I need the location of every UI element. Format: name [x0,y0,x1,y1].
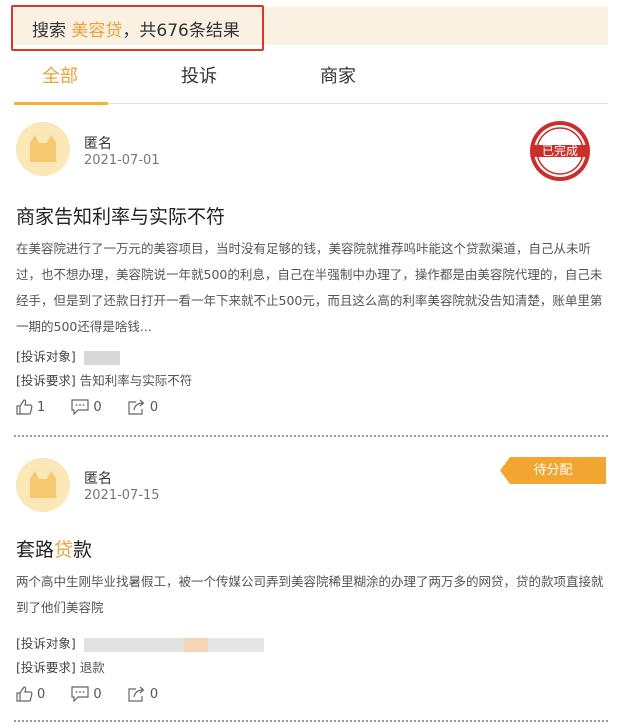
tab-merchants[interactable]: 商家 [320,62,356,88]
post-date: 2021-07-15 [84,488,160,503]
complaint-title[interactable]: 套路贷款 [16,535,92,562]
cat-avatar-icon [16,122,70,176]
card-divider [14,435,608,437]
title-part: 套路 [16,539,55,561]
target-label: [投诉对象] [16,349,76,364]
comment-button[interactable]: 0 [71,686,102,702]
blurred-target [183,637,208,652]
blurred-target [207,637,264,652]
like-button[interactable]: 1 [16,399,45,415]
tab-complaints[interactable]: 投诉 [181,62,217,88]
target-label: [投诉对象] [16,636,76,651]
demand-text: 退款 [79,660,105,675]
demand-label: [投诉要求] [16,373,76,388]
author-name: 匿名 [84,471,112,487]
status-text: 已完成 [542,143,578,158]
blurred-target [83,637,184,652]
avatar [16,458,70,512]
thumbs-up-icon [16,399,33,415]
comment-icon [71,399,90,415]
search-prefix: 搜索 [32,21,66,41]
like-button[interactable]: 0 [16,686,45,702]
share-count: 0 [149,686,159,702]
author-name: 匿名 [84,136,112,152]
comment-count: 0 [93,686,102,702]
comment-button[interactable]: 0 [71,399,102,415]
post-date: 2021-07-01 [84,153,160,168]
cat-avatar-icon [16,458,70,512]
share-button[interactable]: 0 [128,686,158,702]
complaint-card[interactable]: 匿名 2021-07-01 商家告知利率与实际不符 在美容院进行了一万元的美容项… [14,120,608,420]
demand-label: [投诉要求] [16,660,76,675]
action-row: 1 0 0 [16,399,180,419]
comment-count: 0 [93,399,102,415]
status-badge-pending: 待分配 [500,457,606,484]
share-button[interactable]: 0 [128,399,158,415]
complaint-demand: [投诉要求] 告知利率与实际不符 [16,370,192,389]
search-summary: 搜索 美容贷，共676条结果 [32,16,240,41]
thumbs-up-icon [16,686,33,702]
complaint-target: [投诉对象] [16,346,120,365]
avatar [16,122,70,176]
comment-icon [71,686,90,702]
tab-bar: 全部 投诉 商家 [14,58,608,105]
action-row: 0 0 0 [16,686,180,706]
share-icon [128,399,145,415]
share-count: 0 [149,399,159,415]
blurred-target [83,350,120,365]
complaint-target: [投诉对象] [16,633,264,652]
complaint-demand: [投诉要求] 退款 [16,657,105,676]
search-result-count: ，共676条结果 [122,21,240,41]
demand-text: 告知利率与实际不符 [79,373,193,388]
share-icon [128,686,145,702]
complaint-body: 在美容院进行了一万元的美容项目，当时没有足够的钱，美容院就推荐呜咔能这个贷款渠道… [16,241,603,334]
card-divider [14,720,608,722]
complaint-title[interactable]: 商家告知利率与实际不符 [16,202,225,229]
active-tab-indicator [14,102,108,105]
complaint-body: 两个高中生刚毕业找暑假工，被一个传媒公司弄到美容院稀里糊涂的办理了两万多的网贷，… [16,574,604,615]
complaint-card[interactable]: 匿名 2021-07-15 套路贷款 两个高中生刚毕业找暑假工，被一个传媒公司弄… [14,455,608,715]
like-count: 0 [37,686,46,702]
like-count: 1 [37,399,46,415]
search-keyword[interactable]: 美容贷 [71,21,122,41]
title-part: 款 [73,539,93,561]
tab-all[interactable]: 全部 [42,62,78,88]
completed-stamp: 已完成 [530,121,590,181]
title-keyword: 贷 [54,539,74,561]
